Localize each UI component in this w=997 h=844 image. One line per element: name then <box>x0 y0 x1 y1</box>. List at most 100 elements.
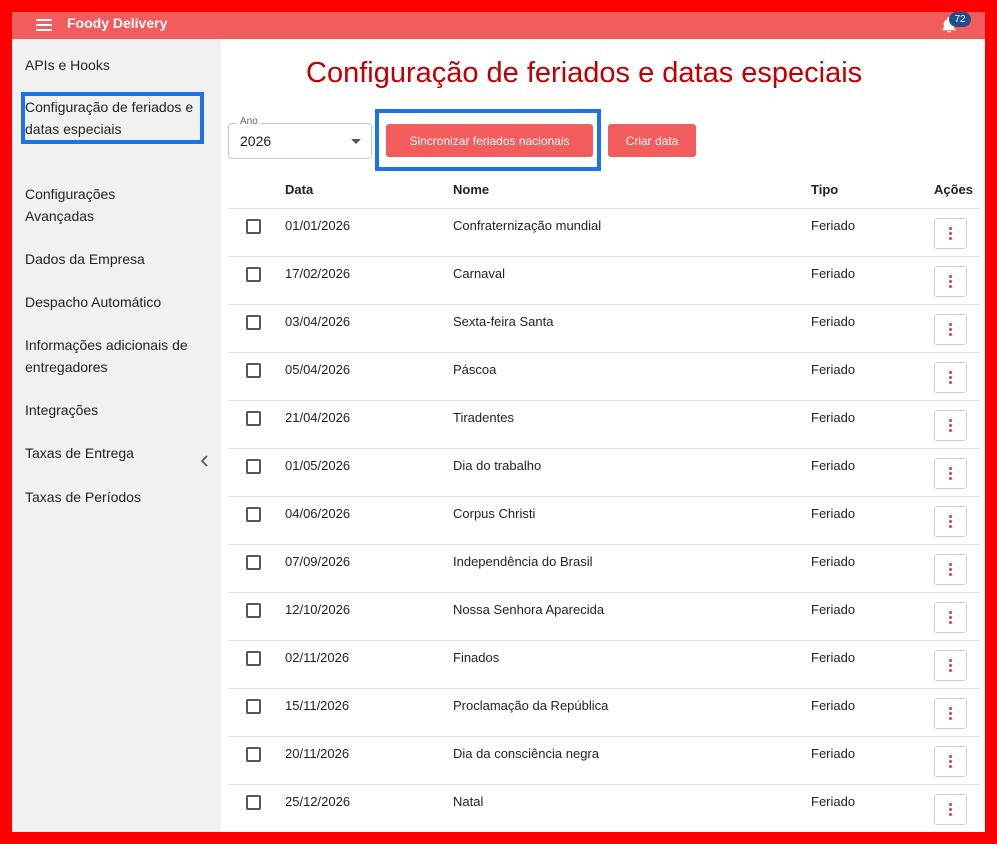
more-vert-icon <box>949 802 952 817</box>
table-row: 17/02/2026 Carnaval Feriado <box>228 257 980 305</box>
page-title: Configuração de feriados e datas especia… <box>306 57 863 89</box>
row-date: 20/11/2026 <box>285 746 350 761</box>
sidebar-item-dados-empresa[interactable]: Dados da Empresa <box>25 248 200 270</box>
sidebar-item-taxas-periodos[interactable]: Taxas de Períodos <box>25 486 200 508</box>
sidebar-item-informacoes-entregadores[interactable]: Informações adicionais de entregadores <box>25 334 190 378</box>
header-name: Nome <box>453 182 490 197</box>
row-type: Feriado <box>811 410 856 425</box>
chevron-left-icon[interactable] <box>200 454 210 468</box>
row-name: Natal <box>453 794 484 809</box>
row-checkbox[interactable] <box>246 507 261 522</box>
create-date-button[interactable]: Criar data <box>608 124 696 157</box>
more-vert-icon <box>949 418 952 433</box>
sidebar-item-apis-hooks[interactable]: APIs e Hooks <box>25 54 200 76</box>
row-actions-button[interactable] <box>934 650 967 681</box>
row-type: Feriado <box>811 554 856 569</box>
row-date: 01/05/2026 <box>285 458 351 473</box>
table-row: 21/04/2026 Tiradentes Feriado <box>228 401 980 449</box>
sidebar-item-configuracoes-avancadas[interactable]: Configurações Avançadas <box>25 183 155 227</box>
more-vert-icon <box>949 370 952 385</box>
row-date: 25/12/2026 <box>285 794 351 809</box>
row-actions-button[interactable] <box>934 410 967 441</box>
table-row: 15/11/2026 Proclamação da República Feriad… <box>228 689 980 737</box>
row-type: Feriado <box>811 698 856 713</box>
row-checkbox[interactable] <box>246 267 261 282</box>
row-name: Proclamação da República <box>453 698 609 713</box>
table-header: Data Nome Tipo Ações <box>228 171 980 209</box>
caret-down-icon <box>351 139 361 144</box>
top-bar: Foody Delivery 72 <box>12 12 985 39</box>
row-actions-button[interactable] <box>934 362 967 393</box>
year-label: Ano <box>237 116 261 127</box>
sidebar-item-integracoes[interactable]: Integrações <box>25 399 200 421</box>
row-date: 12/10/2026 <box>285 602 351 617</box>
sidebar-item-despacho-automatico[interactable]: Despacho Automático <box>25 291 200 313</box>
row-checkbox[interactable] <box>246 603 261 618</box>
table-row: 03/04/2026 Sexta-feira Santa Feriado <box>228 305 980 353</box>
more-vert-icon <box>949 322 952 337</box>
row-type: Feriado <box>811 602 856 617</box>
table-row: 01/05/2026 Dia do trabalho Feriado <box>228 449 980 497</box>
more-vert-icon <box>949 466 952 481</box>
row-actions-button[interactable] <box>934 266 967 297</box>
row-actions-button[interactable] <box>934 554 967 585</box>
row-actions-button[interactable] <box>934 458 967 489</box>
row-actions-button[interactable] <box>934 602 967 633</box>
notification-badge: 72 <box>949 12 971 27</box>
row-type: Feriado <box>811 506 856 521</box>
row-name: Tiradentes <box>453 410 514 425</box>
row-actions-button[interactable] <box>934 794 967 825</box>
row-date: 21/04/2026 <box>285 410 351 425</box>
row-checkbox[interactable] <box>246 459 261 474</box>
row-checkbox[interactable] <box>246 747 261 762</box>
row-actions-button[interactable] <box>934 698 967 729</box>
row-type: Feriado <box>811 746 856 761</box>
table-row: 05/04/2026 Páscoa Feriado <box>228 353 980 401</box>
sidebar-item-taxas-entrega[interactable]: Taxas de Entrega <box>25 442 200 464</box>
row-date: 15/11/2026 <box>285 698 350 713</box>
sidebar: APIs e Hooks Configuração de feriados e … <box>12 39 221 832</box>
year-select[interactable]: Ano 2026 <box>228 116 372 159</box>
header-type: Tipo <box>811 182 839 197</box>
row-date: 01/01/2026 <box>285 218 351 233</box>
row-name: Sexta-feira Santa <box>453 314 554 329</box>
row-type: Feriado <box>811 362 856 377</box>
sidebar-item-feriados[interactable]: Configuração de feriados e datas especia… <box>21 92 204 144</box>
row-actions-button[interactable] <box>934 506 967 537</box>
row-actions-button[interactable] <box>934 218 967 249</box>
row-date: 07/09/2026 <box>285 554 351 569</box>
row-type: Feriado <box>811 650 856 665</box>
table-row: 07/09/2026 Independência do Brasil Feriado <box>228 545 980 593</box>
row-checkbox[interactable] <box>246 411 261 426</box>
more-vert-icon <box>949 754 952 769</box>
sync-holidays-button[interactable]: Sincronizar feriados nacionais <box>386 124 593 157</box>
header-actions: Ações <box>934 182 974 197</box>
app-title: Foody Delivery <box>67 15 168 31</box>
row-type: Feriado <box>811 794 856 809</box>
row-checkbox[interactable] <box>246 555 261 570</box>
row-date: 17/02/2026 <box>285 266 351 281</box>
table-row: 02/11/2026 Finados Feriado <box>228 641 980 689</box>
row-type: Feriado <box>811 314 856 329</box>
more-vert-icon <box>949 274 952 289</box>
row-actions-button[interactable] <box>934 746 967 777</box>
row-checkbox[interactable] <box>246 699 261 714</box>
menu-icon[interactable] <box>36 19 52 31</box>
more-vert-icon <box>949 658 952 673</box>
row-checkbox[interactable] <box>246 651 261 666</box>
row-checkbox[interactable] <box>246 795 261 810</box>
row-type: Feriado <box>811 266 856 281</box>
row-checkbox[interactable] <box>246 219 261 234</box>
row-name: Páscoa <box>453 362 497 377</box>
row-actions-button[interactable] <box>934 314 967 345</box>
more-vert-icon <box>949 610 952 625</box>
row-checkbox[interactable] <box>246 363 261 378</box>
row-name: Nossa Senhora Aparecida <box>453 602 605 617</box>
row-name: Carnaval <box>453 266 506 281</box>
more-vert-icon <box>949 226 952 241</box>
table-row: 01/01/2026 Confraternização mundial Feriad… <box>228 209 980 257</box>
more-vert-icon <box>949 514 952 529</box>
row-date: 02/11/2026 <box>285 650 350 665</box>
row-checkbox[interactable] <box>246 315 261 330</box>
row-name: Dia do trabalho <box>453 458 542 473</box>
